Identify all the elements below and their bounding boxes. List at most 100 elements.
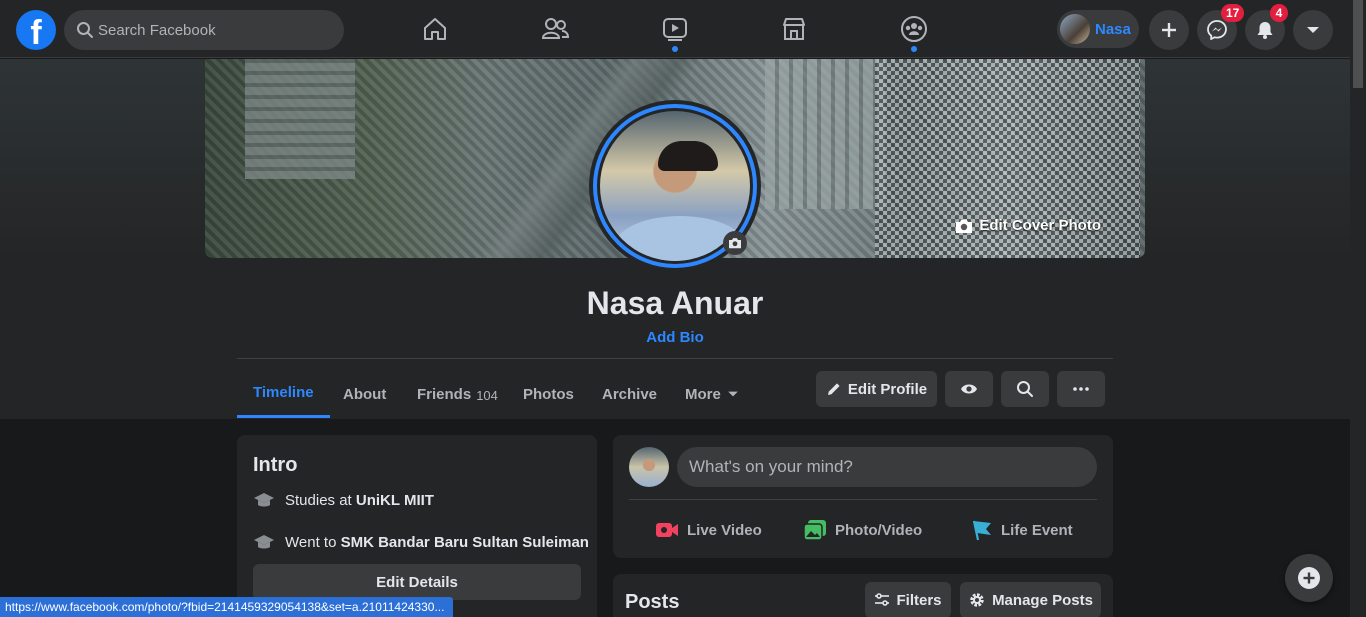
- edit-cover-photo-button[interactable]: Edit Cover Photo: [955, 217, 1101, 234]
- edit-details-button[interactable]: Edit Details: [253, 564, 581, 600]
- profile-shortcut-name: Nasa: [1095, 21, 1131, 38]
- compose-icon: [1298, 567, 1320, 589]
- tab-friends[interactable]: Friends 104: [401, 370, 514, 418]
- bell-icon: [1257, 22, 1273, 39]
- edit-profile-label: Edit Profile: [847, 380, 928, 398]
- plus-icon: [1162, 23, 1176, 37]
- caret-down-icon: [1307, 27, 1319, 33]
- graduation-cap-icon: [254, 493, 274, 507]
- gear-icon: [970, 593, 984, 607]
- facebook-logo[interactable]: f: [16, 10, 56, 50]
- flag-icon: [972, 520, 991, 541]
- watch-icon: [663, 18, 687, 41]
- notifications-badge: 4: [1270, 4, 1288, 22]
- tab-label: Timeline: [253, 384, 314, 401]
- camera-icon: [956, 219, 973, 233]
- groups-icon: [901, 16, 927, 42]
- tab-label: Photos: [523, 385, 574, 403]
- update-profile-picture-button[interactable]: [723, 231, 747, 255]
- view-as-button[interactable]: [945, 371, 993, 407]
- friends-count: 104: [476, 388, 498, 403]
- watch-new-indicator: [672, 46, 678, 52]
- composer-divider: [629, 499, 1097, 500]
- life-event-button[interactable]: Life Event: [971, 512, 1073, 548]
- intro-went-prefix: Went to: [285, 533, 341, 551]
- filters-label: Filters: [896, 591, 942, 609]
- notifications-button[interactable]: 4: [1245, 4, 1288, 50]
- nav-tab-groups[interactable]: [858, 0, 970, 58]
- tab-photos[interactable]: Photos: [507, 370, 590, 418]
- messenger-badge: 17: [1221, 4, 1245, 22]
- avatar-hair: [658, 141, 718, 171]
- groups-new-indicator: [911, 46, 917, 52]
- edit-profile-button[interactable]: Edit Profile: [816, 371, 937, 407]
- search-icon: [77, 22, 93, 38]
- tab-label: Archive: [602, 385, 658, 403]
- live-video-label: Live Video: [687, 521, 762, 539]
- post-composer: What's on your mind? Live Video Photo/Vi…: [613, 435, 1113, 558]
- avatar[interactable]: [629, 447, 669, 487]
- eye-icon: [961, 384, 977, 394]
- tab-label: Friends: [417, 385, 472, 403]
- home-icon: [424, 18, 446, 40]
- tab-more[interactable]: More: [669, 370, 755, 418]
- nav-tab-watch[interactable]: [619, 0, 731, 58]
- ellipsis-icon: [1073, 387, 1089, 391]
- page-scrollbar[interactable]: [1350, 0, 1366, 617]
- intro-studies-prefix: Studies at: [285, 491, 356, 509]
- messenger-icon: [1207, 20, 1227, 40]
- tab-label: About: [343, 385, 387, 403]
- manage-posts-button[interactable]: Manage Posts: [960, 582, 1101, 617]
- intro-studies-school-link[interactable]: UniKL MIIT: [356, 492, 434, 509]
- tab-archive[interactable]: Archive: [586, 370, 673, 418]
- life-event-label: Life Event: [1001, 521, 1073, 539]
- intro-title: Intro: [253, 454, 298, 476]
- manage-posts-label: Manage Posts: [992, 591, 1093, 609]
- search-icon: [1017, 381, 1033, 397]
- tab-label: More: [685, 385, 721, 403]
- messenger-button[interactable]: 17: [1197, 4, 1245, 50]
- live-video-button[interactable]: Live Video: [655, 512, 762, 548]
- posts-card: Posts Filters Manage Posts: [613, 574, 1113, 617]
- sliders-icon: [875, 593, 890, 606]
- account-menu-button[interactable]: [1293, 10, 1333, 50]
- intro-went-to: Went to SMK Bandar Baru Sultan Suleiman: [253, 533, 589, 551]
- more-options-button[interactable]: [1057, 371, 1105, 407]
- photo-video-label: Photo/Video: [835, 521, 923, 539]
- tab-about[interactable]: About: [327, 370, 402, 418]
- photo-icon: [803, 520, 826, 541]
- intro-went-school-link[interactable]: SMK Bandar Baru Sultan Suleiman: [341, 534, 589, 551]
- live-video-icon: [656, 523, 678, 537]
- cover-building: [765, 59, 885, 209]
- search-profile-button[interactable]: [1001, 371, 1049, 407]
- friends-icon: [541, 18, 569, 39]
- top-navigation-bar: f Nasa 17 4: [0, 0, 1350, 58]
- browser-status-bar-url: https://www.facebook.com/photo/?fbid=214…: [0, 597, 453, 617]
- avatar: [1060, 14, 1090, 44]
- new-message-button[interactable]: [1285, 554, 1333, 602]
- search-input[interactable]: [98, 10, 336, 50]
- scrollbar-thumb[interactable]: [1353, 0, 1363, 88]
- nav-tab-marketplace[interactable]: [738, 0, 850, 58]
- edit-cover-photo-label: Edit Cover Photo: [979, 217, 1101, 234]
- add-bio-link[interactable]: Add Bio: [0, 329, 1350, 346]
- nav-tab-friends[interactable]: [499, 0, 611, 58]
- marketplace-icon: [783, 18, 805, 40]
- whats-on-your-mind-input[interactable]: What's on your mind?: [677, 447, 1097, 487]
- caret-down-icon: [728, 391, 738, 397]
- posts-title: Posts: [625, 591, 680, 613]
- nav-tab-home[interactable]: [379, 0, 491, 58]
- profile-shortcut[interactable]: Nasa: [1057, 10, 1139, 48]
- camera-icon: [729, 238, 741, 249]
- intro-card: Intro Studies at UniKL MIIT Went to SMK …: [237, 435, 597, 617]
- intro-studies: Studies at UniKL MIIT: [253, 491, 434, 509]
- search-box[interactable]: [64, 10, 344, 50]
- graduation-cap-icon: [254, 535, 274, 549]
- profile-name: Nasa Anuar: [586, 285, 764, 321]
- photo-video-button[interactable]: Photo/Video: [803, 512, 922, 548]
- header-divider: [237, 358, 1113, 359]
- create-button[interactable]: [1149, 10, 1189, 50]
- pencil-icon: [827, 383, 840, 395]
- tab-timeline[interactable]: Timeline: [237, 370, 330, 418]
- filters-button[interactable]: Filters: [865, 582, 951, 617]
